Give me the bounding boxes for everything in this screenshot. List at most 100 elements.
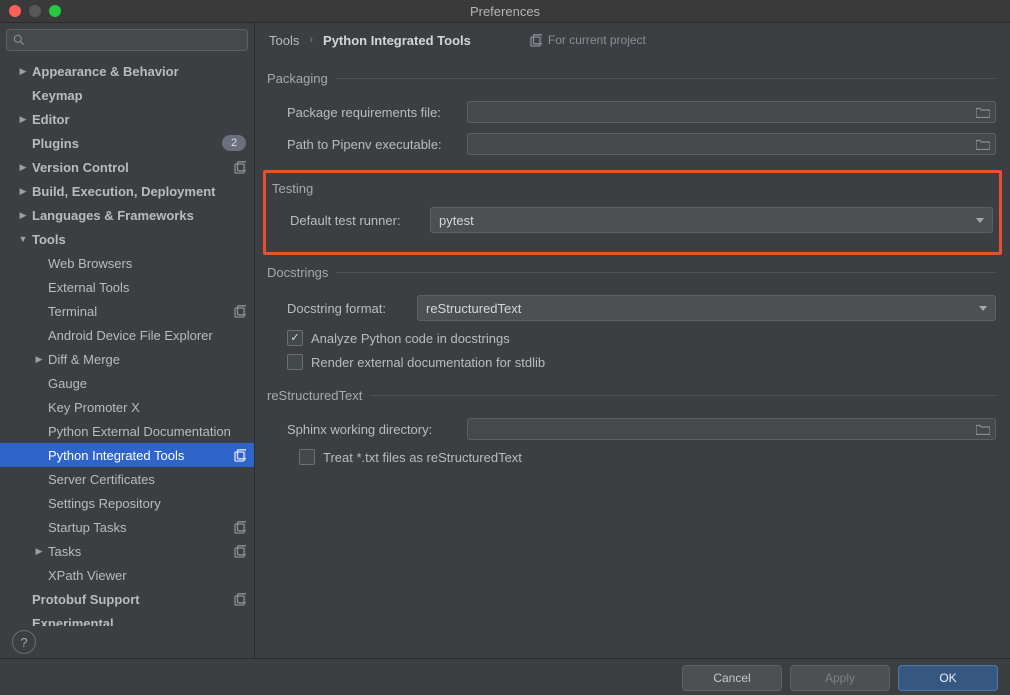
project-scope-icon	[233, 305, 246, 318]
treat-txt-as-rst-label: Treat *.txt files as reStructuredText	[323, 450, 522, 465]
sidebar-item[interactable]: ▶ Build, Execution, Deployment	[0, 179, 254, 203]
sidebar-item[interactable]: ▶Key Promoter X	[0, 395, 254, 419]
for-current-project-label: For current project	[529, 33, 646, 47]
sidebar-item-label: Android Device File Explorer	[48, 328, 246, 343]
sidebar-item-label: Terminal	[48, 304, 229, 319]
docstring-format-value: reStructuredText	[426, 301, 521, 316]
sidebar-item[interactable]: ▼ Tools	[0, 227, 254, 251]
sidebar-item-label: Gauge	[48, 376, 246, 391]
help-button[interactable]: ?	[12, 630, 36, 654]
package-requirements-input[interactable]	[467, 101, 996, 123]
sidebar-item-label: Keymap	[32, 88, 246, 103]
analyze-docstrings-checkbox[interactable]	[287, 330, 303, 346]
breadcrumb-root[interactable]: Tools	[269, 33, 299, 48]
chevron-down-icon[interactable]: ▼	[18, 234, 28, 244]
sidebar-item-label: Settings Repository	[48, 496, 246, 511]
sidebar-item-label: Plugins	[32, 136, 218, 151]
sidebar-item[interactable]: ▶Experimental	[0, 611, 254, 626]
sidebar-item-label: Key Promoter X	[48, 400, 246, 415]
project-scope-icon	[529, 34, 542, 47]
sidebar-item[interactable]: ▶Settings Repository	[0, 491, 254, 515]
sidebar-item[interactable]: ▶Terminal	[0, 299, 254, 323]
breadcrumb-current: Python Integrated Tools	[323, 33, 471, 48]
sphinx-dir-input[interactable]	[467, 418, 996, 440]
group-restructuredtext: reStructuredText Sphinx working director…	[269, 388, 996, 473]
sidebar-item-label: Languages & Frameworks	[32, 208, 246, 223]
project-scope-icon	[233, 521, 246, 534]
window-close-button[interactable]	[9, 5, 21, 17]
sidebar-item[interactable]: ▶Startup Tasks	[0, 515, 254, 539]
sidebar-item-label: Appearance & Behavior	[32, 64, 246, 79]
project-scope-icon	[233, 161, 246, 174]
group-packaging: Packaging Package requirements file: Pat…	[269, 71, 996, 164]
group-testing: Testing Default test runner: pytest	[263, 170, 1002, 255]
sidebar-item-label: Experimental	[32, 616, 246, 627]
sidebar-item[interactable]: ▶ Tasks	[0, 539, 254, 563]
default-test-runner-dropdown[interactable]: pytest	[430, 207, 993, 233]
chevron-right-icon[interactable]: ▶	[34, 546, 44, 557]
sidebar-item-label: Tasks	[48, 544, 229, 559]
apply-button[interactable]: Apply	[790, 665, 890, 691]
group-restructuredtext-legend: reStructuredText	[267, 388, 370, 403]
render-stdlib-doc-checkbox[interactable]	[287, 354, 303, 370]
window-zoom-button[interactable]	[49, 5, 61, 17]
sidebar-item-label: External Tools	[48, 280, 246, 295]
sidebar-item-label: XPath Viewer	[48, 568, 246, 583]
render-stdlib-doc-label: Render external documentation for stdlib	[311, 355, 545, 370]
sidebar-item-label: Tools	[32, 232, 246, 247]
pipenv-path-input[interactable]	[467, 133, 996, 155]
preferences-sidebar: ▶Appearance & Behavior▶Keymap▶Editor▶Plu…	[0, 23, 255, 658]
sidebar-item[interactable]: ▶Version Control	[0, 155, 254, 179]
chevron-right-icon[interactable]: ▶	[34, 354, 44, 365]
project-scope-icon	[233, 449, 246, 462]
sidebar-item[interactable]: ▶Keymap	[0, 83, 254, 107]
sidebar-item[interactable]: ▶XPath Viewer	[0, 563, 254, 587]
chevron-right-icon[interactable]: ▶	[18, 186, 28, 197]
project-scope-icon	[233, 545, 246, 558]
group-packaging-legend: Packaging	[267, 71, 336, 86]
package-requirements-label: Package requirements file:	[287, 105, 457, 120]
docstring-format-dropdown[interactable]: reStructuredText	[417, 295, 996, 321]
window-title: Preferences	[0, 4, 1010, 19]
sidebar-item[interactable]: ▶Server Certificates	[0, 467, 254, 491]
chevron-right-icon[interactable]: ▶	[18, 66, 28, 77]
analyze-docstrings-label: Analyze Python code in docstrings	[311, 331, 510, 346]
sidebar-item[interactable]: ▶Gauge	[0, 371, 254, 395]
group-docstrings-legend: Docstrings	[267, 265, 336, 280]
dialog-footer: Cancel Apply OK	[0, 658, 1010, 695]
sidebar-item-label: Editor	[32, 112, 246, 127]
pipenv-path-label: Path to Pipenv executable:	[287, 137, 457, 152]
sidebar-item-label: Protobuf Support	[32, 592, 229, 607]
sidebar-item[interactable]: ▶ Languages & Frameworks	[0, 203, 254, 227]
sidebar-item[interactable]: ▶Protobuf Support	[0, 587, 254, 611]
sidebar-item[interactable]: ▶Python Integrated Tools	[0, 443, 254, 467]
docstring-format-label: Docstring format:	[287, 301, 407, 316]
update-count-badge: 2	[222, 135, 246, 151]
titlebar: Preferences	[0, 0, 1010, 23]
preferences-search-input[interactable]	[6, 29, 248, 51]
default-test-runner-label: Default test runner:	[290, 213, 420, 228]
sidebar-item-label: Build, Execution, Deployment	[32, 184, 246, 199]
chevron-right-icon[interactable]: ▶	[18, 114, 28, 125]
cancel-button[interactable]: Cancel	[682, 665, 782, 691]
sidebar-item-label: Web Browsers	[48, 256, 246, 271]
sidebar-item[interactable]: ▶External Tools	[0, 275, 254, 299]
for-current-project-text: For current project	[548, 33, 646, 47]
sidebar-item-label: Startup Tasks	[48, 520, 229, 535]
ok-button[interactable]: OK	[898, 665, 998, 691]
chevron-right-icon[interactable]: ▶	[18, 210, 28, 221]
sidebar-item[interactable]: ▶Python External Documentation	[0, 419, 254, 443]
preferences-tree: ▶Appearance & Behavior▶Keymap▶Editor▶Plu…	[0, 57, 254, 626]
sidebar-item[interactable]: ▶Android Device File Explorer	[0, 323, 254, 347]
sidebar-item[interactable]: ▶Diff & Merge	[0, 347, 254, 371]
sidebar-item[interactable]: ▶Web Browsers	[0, 251, 254, 275]
sidebar-item[interactable]: ▶ Appearance & Behavior	[0, 59, 254, 83]
sidebar-item-label: Python External Documentation	[48, 424, 246, 439]
default-test-runner-value: pytest	[439, 213, 474, 228]
treat-txt-as-rst-checkbox[interactable]	[299, 449, 315, 465]
chevron-right-icon[interactable]: ▶	[18, 162, 28, 173]
sidebar-item[interactable]: ▶ Editor	[0, 107, 254, 131]
sidebar-item[interactable]: ▶Plugins2	[0, 131, 254, 155]
window-minimize-button[interactable]	[29, 5, 41, 17]
breadcrumb-separator-icon: ›	[309, 34, 313, 46]
